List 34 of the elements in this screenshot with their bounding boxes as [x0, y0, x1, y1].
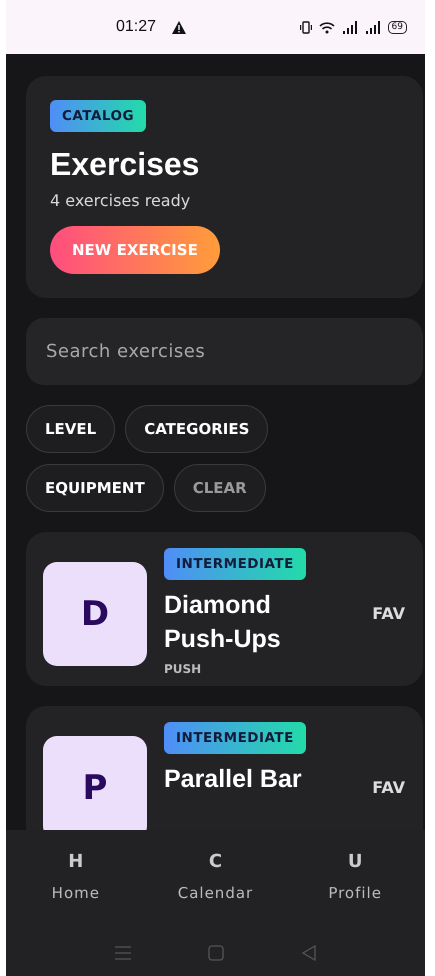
filter-chip[interactable]: EQUIPMENT [26, 464, 164, 512]
catalog-badge: CATALOG [50, 100, 146, 132]
exercise-count: 4 exercises ready [50, 191, 190, 210]
filter-chip[interactable]: CATEGORIES [125, 405, 268, 453]
exercise-initial: P [43, 736, 147, 830]
exercise-category: PUSH [164, 662, 202, 676]
back-icon [302, 945, 316, 961]
page-title: Exercises [50, 146, 200, 183]
vibrate-icon [300, 20, 312, 34]
exercise-name: Parallel Bar [164, 764, 303, 795]
exercise-card[interactable]: D INTERMEDIATE Diamond Push-Ups PUSH FAV [26, 532, 423, 686]
exercise-card[interactable]: P INTERMEDIATE Parallel Bar FAV [26, 706, 423, 830]
wifi-icon [318, 20, 335, 34]
nav-letter-icon: U [348, 851, 362, 872]
filter-chip[interactable]: LEVEL [26, 405, 116, 453]
level-badge: INTERMEDIATE [164, 548, 306, 580]
search-field[interactable]: Search exercises [26, 318, 423, 385]
exercise-initial: D [43, 562, 147, 666]
battery-level: 69 [388, 20, 407, 34]
favorite-button[interactable]: FAV [372, 604, 405, 623]
warning-icon [172, 20, 186, 34]
nav-tab[interactable]: H Home [26, 850, 126, 930]
signal-icon [364, 20, 381, 34]
exercise-name: Diamond Push-Ups [164, 590, 282, 655]
favorite-button[interactable]: FAV [372, 778, 405, 797]
menu-icon [114, 946, 131, 960]
signal-icon [342, 20, 358, 34]
nav-letter-icon: H [68, 851, 84, 872]
nav-letter-icon: C [208, 851, 222, 872]
clock-time: 01:27 [116, 18, 156, 36]
home-icon [208, 945, 224, 961]
nav-tab[interactable]: C Calendar [165, 850, 266, 930]
nav-tab[interactable]: U Profile [305, 850, 406, 930]
level-badge: INTERMEDIATE [164, 722, 306, 754]
